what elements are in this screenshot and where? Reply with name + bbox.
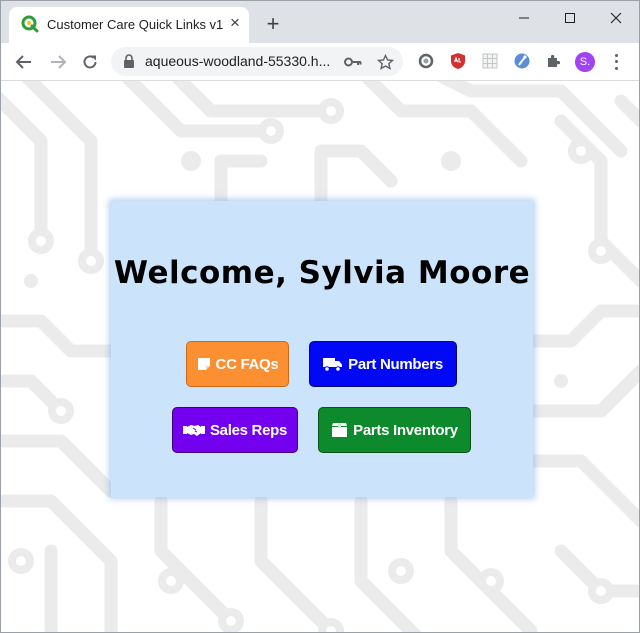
address-bar[interactable]: aqueous-woodland-55330.h... — [111, 47, 403, 76]
sticky-note-icon — [197, 358, 210, 370]
box-icon — [332, 423, 348, 437]
new-tab-icon[interactable]: + — [261, 13, 285, 37]
page-viewport: Welcome, Sylvia Moore CC FAQs Part Numbe… — [1, 81, 639, 632]
menu-icon[interactable] — [609, 52, 623, 72]
extension-circle-icon[interactable] — [417, 52, 435, 70]
welcome-card: Welcome, Sylvia Moore CC FAQs Part Numbe… — [111, 201, 533, 497]
tab-strip: Customer Care Quick Links v1 × + — [1, 1, 639, 43]
star-icon[interactable] — [375, 52, 395, 72]
extension-grid-icon[interactable] — [481, 52, 499, 70]
tab-close-icon[interactable]: × — [225, 13, 245, 33]
welcome-heading: Welcome, Sylvia Moore — [113, 255, 531, 291]
part-numbers-button[interactable]: Part Numbers — [309, 341, 457, 387]
cc-faqs-label: CC FAQs — [215, 355, 279, 373]
back-arrow-icon[interactable] — [11, 49, 37, 75]
parts-inventory-button[interactable]: Parts Inventory — [318, 407, 471, 453]
profile-avatar[interactable]: S. — [575, 52, 595, 72]
app-favicon-icon — [21, 15, 39, 33]
handshake-icon — [182, 425, 205, 436]
reload-icon[interactable] — [77, 49, 103, 75]
browser-window: Customer Care Quick Links v1 × + aqueous… — [0, 0, 640, 633]
browser-tab[interactable]: Customer Care Quick Links v1 × — [9, 7, 249, 43]
extension-blue-icon[interactable] — [513, 52, 531, 70]
adblock-shield-icon[interactable] — [449, 52, 467, 70]
tab-title: Customer Care Quick Links v1 — [47, 17, 224, 32]
puzzle-icon[interactable] — [545, 52, 563, 70]
lock-icon — [124, 54, 134, 68]
url-text: aqueous-woodland-55330.h... — [145, 53, 331, 69]
browser-toolbar: aqueous-woodland-55330.h... S. — [1, 43, 639, 81]
forward-arrow-icon[interactable] — [45, 49, 71, 75]
part-numbers-label: Part Numbers — [348, 355, 443, 373]
maximize-icon[interactable] — [547, 5, 593, 31]
key-icon[interactable] — [343, 52, 363, 72]
sales-reps-label: Sales Reps — [209, 421, 288, 439]
sales-reps-button[interactable]: Sales Reps — [172, 407, 298, 453]
parts-inventory-label: Parts Inventory — [353, 421, 458, 439]
truck-icon — [323, 357, 343, 372]
cc-faqs-button[interactable]: CC FAQs — [186, 341, 289, 387]
close-window-icon[interactable] — [593, 5, 639, 31]
minimize-icon[interactable] — [501, 5, 547, 31]
